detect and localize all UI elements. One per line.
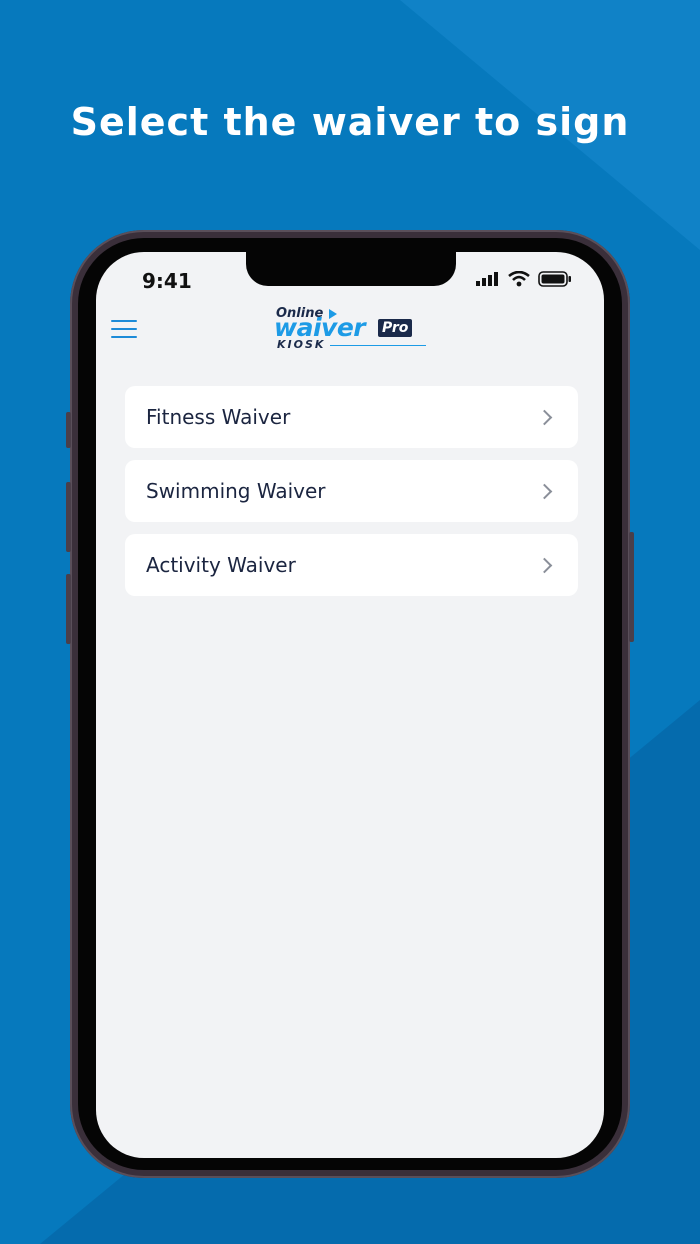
status-icons — [476, 271, 572, 287]
waiver-item-label: Fitness Waiver — [146, 405, 291, 429]
page-headline: Select the waiver to sign — [70, 100, 630, 144]
phone-volume-up — [66, 482, 71, 552]
waiver-item-label: Swimming Waiver — [146, 479, 326, 503]
hamburger-menu-icon[interactable] — [111, 318, 137, 340]
phone-volume-down — [66, 574, 71, 644]
chevron-right-icon — [536, 483, 553, 499]
wifi-icon — [508, 271, 530, 287]
waiver-list: Fitness Waiver Swimming Waiver Activity … — [125, 386, 578, 608]
logo-pro-badge: Pro — [378, 319, 413, 337]
waiver-item-activity[interactable]: Activity Waiver — [125, 534, 578, 596]
status-time: 9:41 — [142, 269, 192, 293]
waiver-item-label: Activity Waiver — [146, 553, 296, 577]
chevron-right-icon — [536, 557, 553, 573]
waiver-item-swimming[interactable]: Swimming Waiver — [125, 460, 578, 522]
battery-icon — [538, 271, 571, 287]
phone-power-button — [629, 532, 634, 642]
chevron-right-icon — [536, 409, 553, 425]
phone-side-button — [66, 412, 71, 448]
waiver-item-fitness[interactable]: Fitness Waiver — [125, 386, 578, 448]
logo-underline — [330, 345, 426, 346]
app-logo: Online waiver Pro KIOSK — [274, 304, 429, 352]
app-screen: 9:41 Online waiver Pro KIOSK Fitness Wai… — [96, 252, 604, 1158]
signal-icon — [476, 272, 498, 286]
phone-notch — [246, 252, 456, 286]
logo-kiosk-text: KIOSK — [277, 338, 326, 351]
